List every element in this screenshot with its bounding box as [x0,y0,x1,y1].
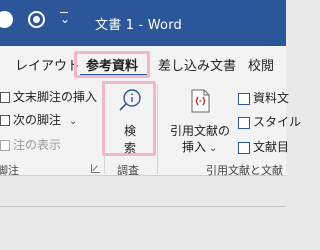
search-label-line2: 索 [124,141,137,155]
tab-layout[interactable]: レイアウト [15,55,80,74]
window-title: 文書 1 - Word [95,18,182,33]
insert-citation-label-line2[interactable]: 挿入 ⌄ [182,138,217,155]
chevron-down-icon[interactable]: ⌄ [209,143,217,154]
insert-endnote-button[interactable]: 文末脚注の挿入 [0,88,97,105]
show-notes-icon [0,140,10,151]
chevron-down-icon[interactable]: ⌄ [69,116,77,127]
tab-review[interactable]: 校閲 [248,55,274,74]
customize-quick-access-icon[interactable]: ⌄ [60,12,70,26]
autosave-toggle-icon[interactable] [0,11,13,28]
bibliography-icon [238,141,250,154]
next-footnote-label: 次の脚注 [13,113,62,127]
dialog-launcher-icon[interactable] [91,164,100,173]
style-icon [238,116,250,129]
tab-mailings[interactable]: 差し込み文書 [158,55,236,74]
search-icon [119,89,141,111]
tab-highlight-frame [74,51,150,78]
document-canvas[interactable] [0,176,286,250]
next-footnote-icon [0,115,10,126]
search-label: 検 [124,124,137,138]
show-notes-label: 注の表示 [13,138,62,152]
insert-endnote-label: 文末脚注の挿入 [13,90,98,104]
ruler-divider [0,206,286,207]
next-footnote-button[interactable]: 次の脚注 ⌄ [0,111,77,128]
manage-sources-icon [238,92,250,105]
group-divider [157,84,158,174]
record-icon[interactable] [28,11,45,28]
insert-citation-label: 引用文献の [170,124,231,138]
bibliography-button[interactable]: 文献目 [238,138,289,155]
endnote-icon [0,92,10,103]
style-button[interactable]: スタイル [238,113,301,130]
title-bar: ⌄ 文書 1 - Word [0,0,286,46]
insert-citation-icon[interactable] [187,88,213,114]
show-notes-button[interactable]: 注の表示 [0,136,61,153]
manage-sources-button[interactable]: 資料文 [238,89,289,106]
